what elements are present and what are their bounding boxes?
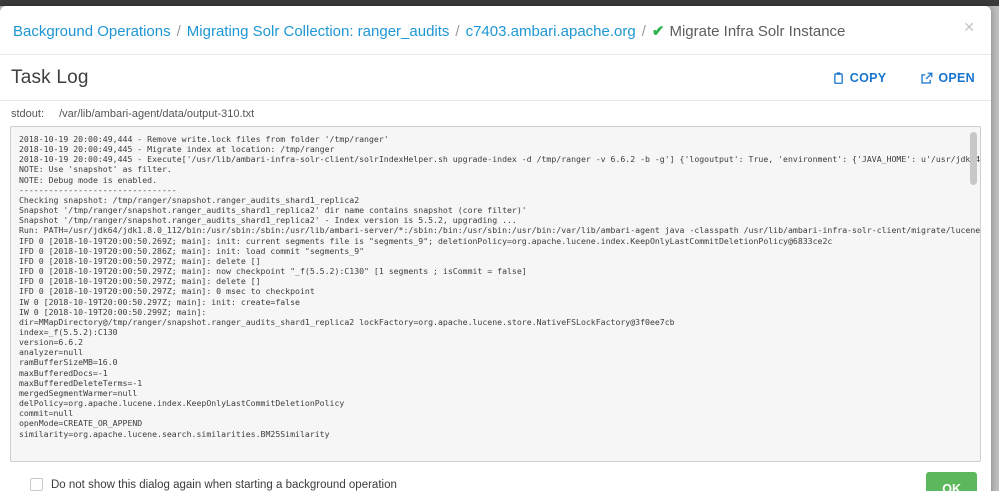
scrollbar-thumb[interactable] [970,132,977,185]
breadcrumb-link-host[interactable]: c7403.ambari.apache.org [466,23,636,40]
log-text: 2018-10-19 20:00:49,444 - Remove write.l… [19,134,981,439]
external-link-icon [920,72,933,85]
task-success-check-icon: ✔ [651,23,665,40]
stdout-path: /var/lib/ambari-agent/data/output-310.tx… [59,108,255,120]
page-title: Task Log [11,67,89,88]
open-button-label: OPEN [938,71,975,85]
clipboard-icon [832,71,845,85]
breadcrumb-separator: / [176,23,181,40]
ok-button[interactable]: OK [926,472,977,491]
task-log-output[interactable]: 2018-10-19 20:00:49,444 - Remove write.l… [10,126,981,462]
breadcrumb-separator: / [455,23,460,40]
close-icon[interactable]: ✕ [963,20,975,34]
breadcrumb: Background Operations / Migrating Solr Col… [13,22,951,40]
breadcrumb-link-background-operations[interactable]: Background Operations [13,23,171,40]
task-log-modal: Background Operations / Migrating Solr Col… [0,6,991,491]
dont-show-again-checkbox[interactable] [30,478,43,491]
breadcrumb-link-migrating-solr-collection[interactable]: Migrating Solr Collection: ranger_audits [187,23,450,40]
breadcrumb-current-task: Migrate Infra Solr Instance [669,23,846,40]
dont-show-again-option[interactable]: Do not show this dialog again when start… [30,472,397,491]
copy-button[interactable]: COPY [832,71,887,85]
open-button[interactable]: OPEN [920,71,975,85]
modal-header: Background Operations / Migrating Solr Col… [0,6,991,55]
breadcrumb-separator: / [641,23,646,40]
stdout-row: stdout: /var/lib/ambari-agent/data/outpu… [0,101,991,126]
stdout-label: stdout: [11,108,45,120]
dont-show-again-label: Do not show this dialog again when start… [51,478,397,491]
task-log-section-header: Task Log COPY OPEN [0,55,991,101]
copy-button-label: COPY [849,71,887,85]
log-actions: COPY OPEN [832,71,975,85]
modal-footer: Do not show this dialog again when start… [0,462,991,491]
